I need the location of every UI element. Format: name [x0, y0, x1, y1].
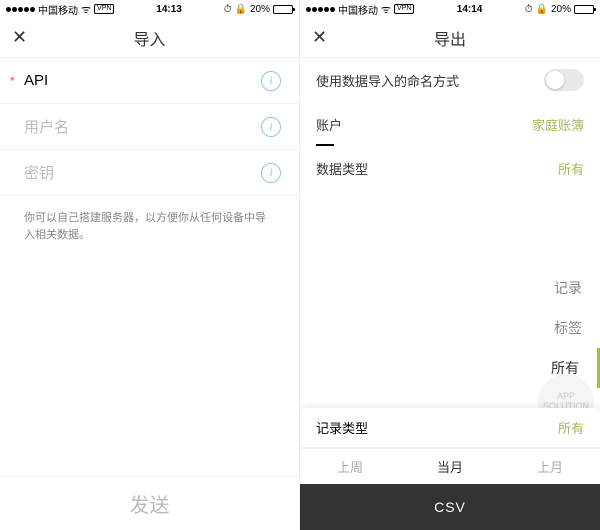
alarm-icon: ⏱ — [525, 4, 533, 15]
carrier-label: 中国移动 — [338, 2, 378, 17]
send-button[interactable]: 发送 — [0, 476, 299, 530]
nav-bar: ✕ 导入 — [0, 18, 299, 58]
api-field-row[interactable]: * API i — [0, 58, 299, 104]
datatype-label: 数据类型 — [316, 159, 368, 178]
wifi-icon: ᯤ — [81, 2, 91, 17]
required-star: * — [10, 74, 15, 88]
naming-label: 使用数据导入的命名方式 — [316, 71, 459, 90]
status-time: 14:13 — [114, 4, 223, 15]
import-form: * API i 用户名 i 密钥 i 你可以自己搭建服务器，以方便你从任何设备中… — [0, 58, 299, 476]
import-screen: 中国移动 ᯤ VPN 14:13 ⏱ 🔒 20% ✕ 导入 * API i 用户… — [0, 0, 300, 530]
key-label: 密钥 — [24, 162, 261, 183]
picker-item[interactable]: 标签 — [520, 308, 600, 348]
battery-percent: 20% — [551, 4, 571, 15]
account-value: 家庭账簿 — [532, 115, 584, 134]
carrier-label: 中国移动 — [38, 2, 78, 17]
datatype-picker[interactable]: 记录 标签 所有 — [520, 268, 600, 388]
info-icon[interactable]: i — [261, 117, 281, 137]
hint-text: 你可以自己搭建服务器，以方便你从任何设备中导入相关数据。 — [0, 196, 299, 257]
api-label: API — [24, 72, 261, 89]
info-icon[interactable]: i — [261, 163, 281, 183]
tab-this-month[interactable]: 当月 — [400, 449, 500, 484]
info-icon[interactable]: i — [261, 71, 281, 91]
lock-icon: 🔒 — [536, 4, 548, 15]
record-type-value: 所有 — [558, 418, 584, 437]
tab-last-week[interactable]: 上周 — [300, 449, 400, 484]
vpn-badge: VPN — [394, 4, 414, 14]
tab-last-month[interactable]: 上月 — [500, 449, 600, 484]
username-field-row[interactable]: 用户名 i — [0, 104, 299, 150]
export-content: 使用数据导入的命名方式 账户 家庭账簿 数据类型 所有 记录 标签 所有 APP… — [300, 58, 600, 530]
csv-button[interactable]: CSV — [300, 484, 600, 530]
datatype-row[interactable]: 数据类型 所有 — [300, 146, 600, 190]
battery-icon — [273, 5, 293, 14]
page-title: 导出 — [300, 26, 600, 50]
naming-toggle-row: 使用数据导入的命名方式 — [300, 58, 600, 102]
battery-icon — [574, 5, 594, 14]
status-bar: 中国移动 ᯤ VPN 14:13 ⏱ 🔒 20% — [0, 0, 299, 18]
datatype-value: 所有 — [558, 159, 584, 178]
lock-icon: 🔒 — [235, 4, 247, 15]
status-time: 14:14 — [414, 4, 524, 15]
period-tabs: 上周 当月 上月 — [300, 448, 600, 484]
username-label: 用户名 — [24, 116, 261, 137]
alarm-icon: ⏱ — [224, 4, 232, 15]
page-title: 导入 — [0, 26, 299, 50]
battery-percent: 20% — [250, 4, 270, 15]
close-icon[interactable]: ✕ — [12, 27, 27, 48]
nav-bar: ✕ 导出 — [300, 18, 600, 58]
account-label: 账户 — [316, 115, 342, 134]
key-field-row[interactable]: 密钥 i — [0, 150, 299, 196]
export-panel: 记录类型 所有 上周 当月 上月 CSV — [300, 408, 600, 530]
record-type-row[interactable]: 记录类型 所有 — [300, 408, 600, 448]
account-row[interactable]: 账户 家庭账簿 — [300, 102, 600, 146]
status-bar: 中国移动 ᯤ VPN 14:14 ⏱ 🔒 20% — [300, 0, 600, 18]
close-icon[interactable]: ✕ — [312, 27, 327, 48]
wifi-icon: ᯤ — [381, 2, 391, 17]
picker-item[interactable]: 记录 — [520, 268, 600, 308]
vpn-badge: VPN — [94, 4, 114, 14]
record-type-label: 记录类型 — [316, 418, 368, 437]
naming-toggle[interactable] — [544, 69, 584, 91]
export-screen: 中国移动 ᯤ VPN 14:14 ⏱ 🔒 20% ✕ 导出 使用数据导入的命名方… — [300, 0, 600, 530]
